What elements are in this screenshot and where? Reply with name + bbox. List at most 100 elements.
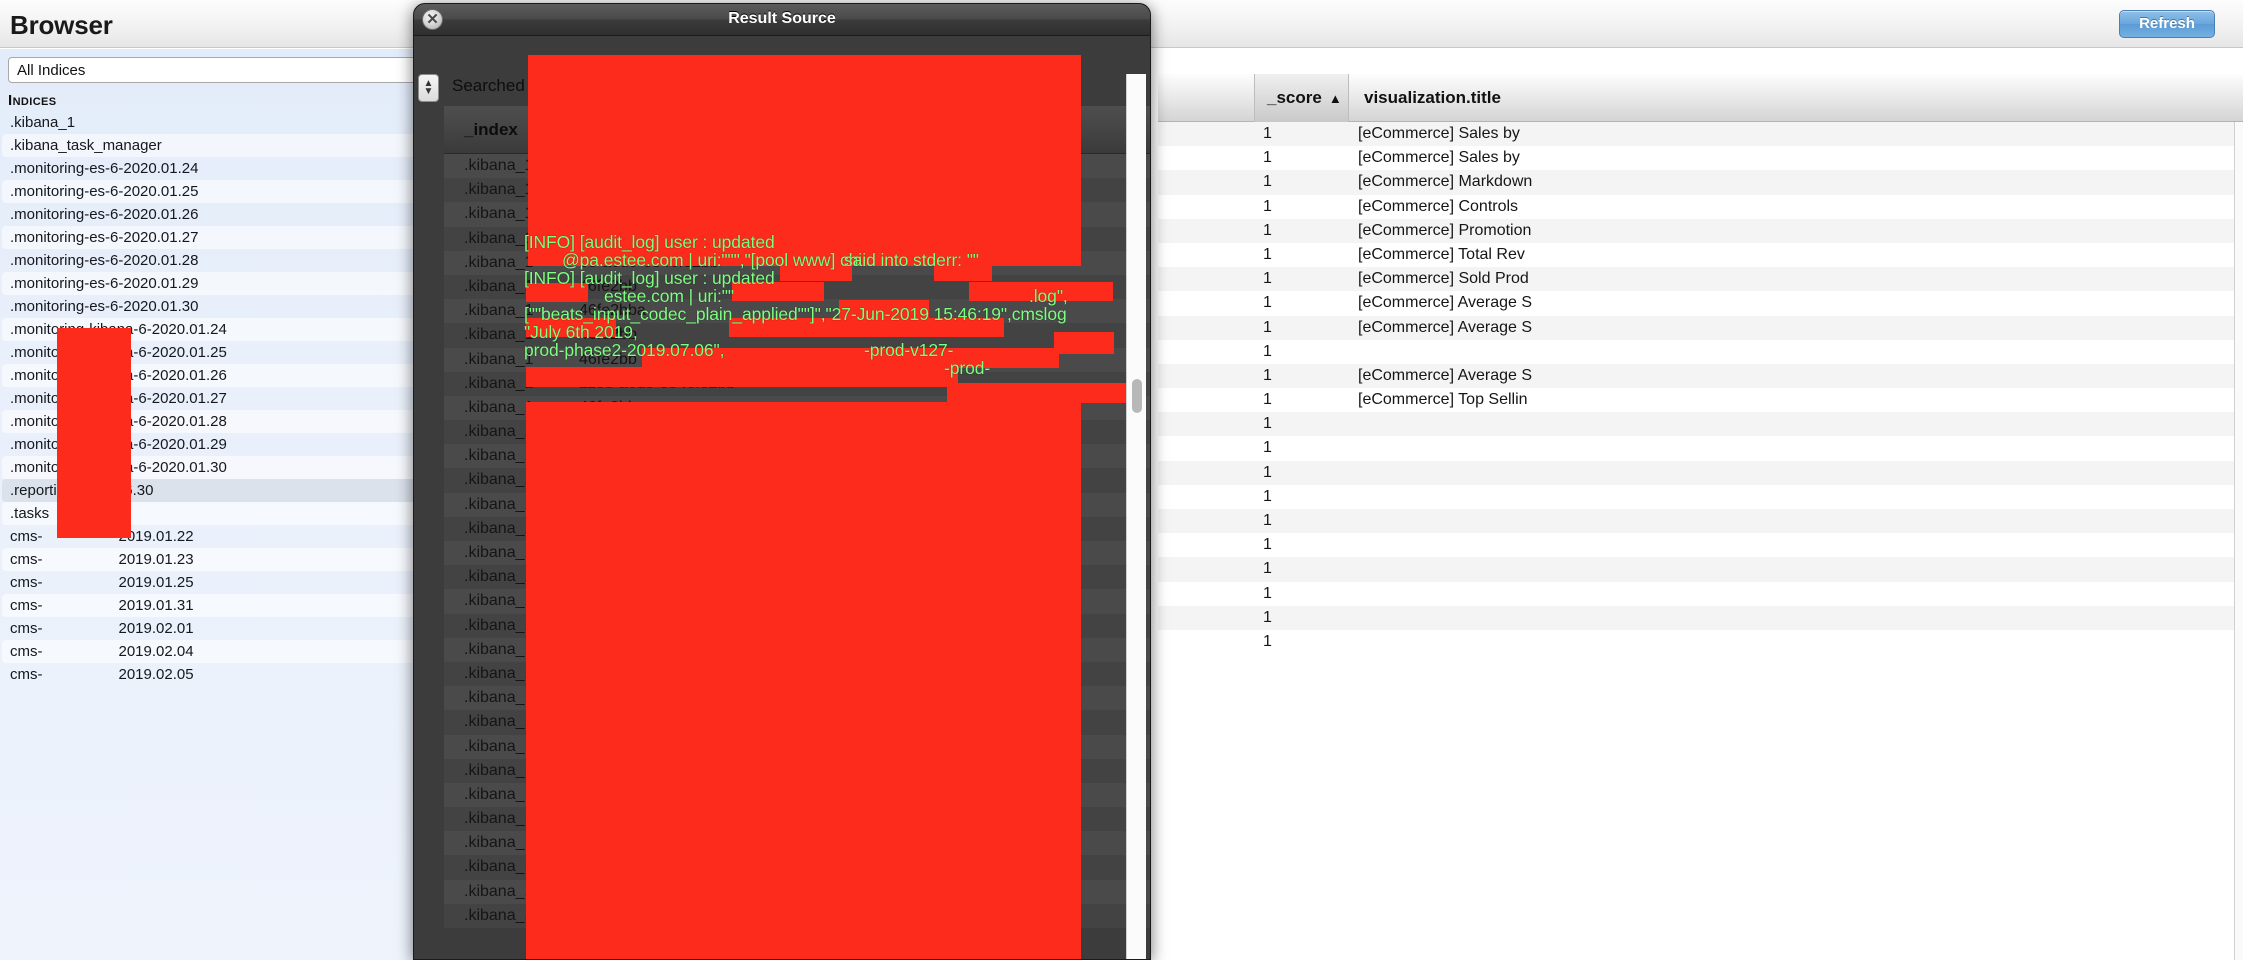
table-row[interactable]: 1 [eCommerce] Sales by [1158,146,2243,171]
table-row[interactable]: 1 [1158,533,2243,558]
modal-table-row[interactable]: .kibana_1 [444,807,1150,832]
modal-table-row[interactable]: .kibana_1 [444,758,1150,783]
cell-score: 1 [1263,125,1272,142]
sidebar-item-index[interactable]: .kibana_1 [2,111,435,134]
modal-table-row[interactable]: .kibana_1 [444,710,1150,735]
table-row[interactable]: 1 [1158,557,2243,582]
cell-doc-id: 6fe2bb [579,229,628,247]
cell-visualization-title: [eCommerce] Sales by [1358,125,1520,142]
cell-index: .kibana_1 [464,447,534,465]
sidebar-item-index[interactable]: cms- 2019.01.31 [2,594,435,617]
column-header-score-label: _score [1267,88,1322,107]
sidebar-item-index[interactable]: .kibana_task_manager [2,134,435,157]
modal-table-row[interactable]: .kibana_1 6fe2bb [444,154,1150,179]
sidebar-item-index[interactable]: .monitoring-es-6-2020.01.24 [2,157,435,180]
results-vertical-scrollbar[interactable] [2234,122,2243,960]
cell-score: 1 [1263,487,1272,505]
table-row[interactable]: 1 [eCommerce] Total Rev [1158,242,2243,268]
table-row[interactable]: 1 [eCommerce] Average S [1158,363,2243,389]
sidebar-item-index[interactable]: .monitoring-kibana-6-2020.01.28 [2,410,435,433]
sidebar-item-index[interactable]: .monitoring-es-6-2020.01.30 [2,295,435,318]
modal-table-row[interactable]: .kibana_1 5e91e [444,565,1150,590]
sidebar-item-index[interactable]: .monitoring-es-6-2020.01.28 [2,249,435,272]
sidebar-item-date-suffix: 2019.01.22 [118,528,194,545]
sidebar-item-index[interactable]: cms- 2019.02.04 [2,640,435,663]
modal-scrollbar-thumb[interactable] [1132,379,1142,413]
modal-column-header-index[interactable]: _index [464,106,518,154]
modal-table-row[interactable]: .kibana_1 46fe2bba [444,299,1150,324]
sidebar-item-index[interactable]: .monitoring-es-6-2020.01.27 [2,226,435,249]
sidebar-item-index[interactable]: .monitoring-kibana-6-2020.01.25 [2,341,435,364]
table-row[interactable]: 1 [1158,629,2243,655]
sidebar-item-index[interactable]: .monitoring-kibana-6-2020.01.30 [2,456,435,479]
table-row[interactable]: 1 [1158,339,2243,364]
table-row[interactable]: 1 [eCommerce] Top Sellin [1158,388,2243,413]
sidebar-item-index[interactable]: .reporting-2019.06.30 [2,479,435,502]
sidebar-item-index[interactable]: cms- 2019.01.25 [2,571,435,594]
modal-table-row[interactable]: .kibana_1 [444,613,1150,638]
modal-table-row[interactable]: .kibana_1 46fe2bb [444,347,1150,372]
sidebar-item-index[interactable]: .monitoring-es-6-2020.01.29 [2,272,435,295]
modal-table-row[interactable]: .kibana_1 [444,879,1150,904]
sidebar-item-index[interactable]: .monitoring-kibana-6-2020.01.27 [2,387,435,410]
sidebar-item-index[interactable]: .monitoring-es-6-2020.01.25 [2,180,435,203]
cell-index: .kibana_1 [464,785,534,803]
table-row[interactable]: 1 [1158,460,2243,485]
modal-table-row[interactable]: .kibana_1 3d2 [444,516,1150,541]
modal-stepper-arrows-icon[interactable]: ▲ ▼ [418,74,439,102]
modal-table-row[interactable]: .kibana_1 7068524b [444,468,1150,493]
table-row[interactable]: 1 [1158,436,2243,461]
table-row[interactable]: 1 [eCommerce] Promotion [1158,218,2243,243]
table-row[interactable]: 1 [eCommerce] Controls [1158,194,2243,219]
table-row[interactable]: 1 [eCommerce] Sales by [1158,122,2243,147]
table-row[interactable]: 1 [1158,509,2243,534]
table-row[interactable]: 1 [1158,484,2243,509]
table-row[interactable]: 1 [eCommerce] Average S [1158,291,2243,316]
table-row[interactable]: 1 [eCommerce] Markdown [1158,170,2243,195]
modal-table-row[interactable]: .kibana_1 546fe2bb [444,492,1150,517]
modal-table-row[interactable]: .kibana_1 6fe2bb [444,226,1150,251]
sidebar-item-index[interactable]: cms- 2019.01.22 [2,525,435,548]
cell-doc-id: 3d2 [579,519,606,537]
modal-table-row[interactable]: .kibana_1 0185cfb5 [444,541,1150,566]
modal-table-row[interactable]: .kibana_1 fe2bba [444,202,1150,227]
modal-vertical-scrollbar[interactable] [1126,74,1146,959]
modal-table-row[interactable]: .kibana_1 [444,831,1150,856]
index-select[interactable] [8,57,420,83]
sidebar-item-label: cms- [10,528,43,545]
table-row[interactable]: 1 [1158,605,2243,630]
modal-table-row[interactable]: .kibana_1 [444,782,1150,808]
column-header-score[interactable]: _score ▲ [1254,74,1349,122]
modal-table-row[interactable]: .kibana_1 68524b [444,444,1150,469]
sidebar-item-index[interactable]: .monitoring-es-6-2020.01.26 [2,203,435,226]
modal-table-row[interactable]: .kibana_1 46fe2bb [444,274,1150,300]
modal-table-row[interactable]: .kibana_1 [444,734,1150,759]
modal-table-row[interactable]: .kibana_1 [444,661,1150,687]
sidebar-item-index[interactable]: cms- 2019.02.01 [2,617,435,640]
sidebar-item-index[interactable]: .tasks [2,502,435,525]
modal-table-row[interactable]: .kibana_1 [444,686,1150,711]
table-row[interactable]: 1 [eCommerce] Sold Prod [1158,267,2243,292]
table-row[interactable]: 1 [eCommerce] Average S [1158,315,2243,340]
modal-table-row[interactable]: .kibana_1 46fe2bb [444,395,1150,421]
refresh-button[interactable]: Refresh [2119,10,2215,38]
cell-visualization-title: [eCommerce] Sales by [1358,149,1520,167]
modal-table-row[interactable]: .kibana_1 [444,589,1150,614]
modal-table-row[interactable]: .kibana_1 11e8-a6d9-e546fe2bb [444,371,1150,396]
modal-table-row[interactable]: .kibana_1 e8-a6d9-e546fe2bb [444,250,1150,275]
modal-table-row[interactable]: .kibana_1 6fe2bb [444,178,1150,203]
modal-table-row[interactable]: .kibana_1 46fe2bb [444,323,1150,348]
modal-table-row[interactable]: .kibana_1 d9-e546fe2bba5f [444,420,1150,445]
modal-table-row[interactable]: .kibana_1 [444,903,1150,928]
modal-table-row[interactable]: .kibana_1 [444,855,1150,880]
cell-score: 1 [1263,245,1272,263]
sidebar-item-index[interactable]: cms- 2019.02.05 [2,663,435,686]
table-row[interactable]: 1 [1158,581,2243,606]
modal-table-row[interactable]: .kibana_1 [444,637,1150,662]
sidebar-item-index[interactable]: .monitoring-kibana-6-2020.01.24 [2,318,435,341]
column-header-visualization-title[interactable]: visualization.title [1352,74,1501,122]
sidebar-item-index[interactable]: .monitoring-kibana-6-2020.01.29 [2,433,435,456]
sidebar-item-index[interactable]: cms- 2019.01.23 [2,548,435,571]
sidebar-item-index[interactable]: .monitoring-kibana-6-2020.01.26 [2,364,435,387]
table-row[interactable]: 1 [1158,412,2243,437]
